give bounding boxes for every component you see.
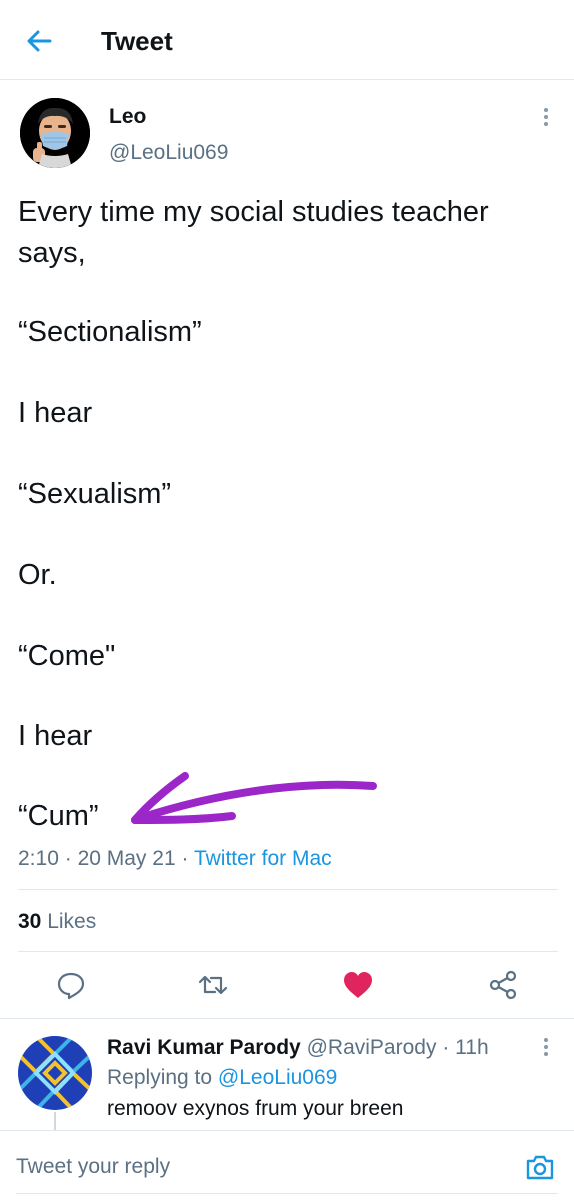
reply-author-name[interactable]: Ravi Kumar Parody xyxy=(107,1036,301,1059)
reply-time: 11h xyxy=(455,1036,489,1059)
tweet-text-line: Every time my social studies teacher xyxy=(18,196,489,228)
tweet-text-line: says, xyxy=(18,237,86,269)
reply-avatar[interactable] xyxy=(18,1036,92,1110)
tweet-text-line: Or. xyxy=(18,559,57,591)
reply-more-options-icon[interactable] xyxy=(538,1036,554,1060)
purple-arrow-drawing xyxy=(131,772,377,824)
tweet-text-line: I hear xyxy=(18,720,93,752)
tweet-text-line: “Sectionalism” xyxy=(18,316,202,348)
more-options-icon[interactable] xyxy=(538,106,554,130)
author-handle: @LeoLiu069 xyxy=(109,141,229,164)
replying-to: Replying to @LeoLiu069 xyxy=(107,1065,337,1091)
page-title: Tweet xyxy=(101,26,173,56)
composer-underline xyxy=(16,1193,558,1194)
tweet-text-line: I hear xyxy=(18,397,93,429)
tweet-time: 2:10 xyxy=(18,847,59,870)
top-bar: Tweet xyxy=(0,0,574,80)
memoji-avatar-icon xyxy=(20,98,90,168)
likes-label: Likes xyxy=(47,910,97,933)
arrow-left-icon[interactable] xyxy=(22,24,56,58)
reply-author-handle: @RaviParody xyxy=(306,1036,437,1059)
divider xyxy=(18,889,558,890)
author-avatar[interactable] xyxy=(20,98,90,168)
likes-count[interactable]: 30 Likes xyxy=(18,909,96,935)
reply-text: remoov exynos frum your breen xyxy=(107,1097,404,1120)
tweet-text-line: “Cum” xyxy=(18,800,99,832)
replying-to-label: Replying to xyxy=(107,1066,213,1089)
section-separator xyxy=(0,1018,574,1019)
separator-dot: · xyxy=(181,847,189,870)
reply-composer xyxy=(0,1130,574,1200)
reply-input[interactable] xyxy=(16,1151,496,1183)
tweet-timestamp: 2:10 · 20 May 21 · Twitter for Mac xyxy=(18,846,332,872)
share-icon[interactable] xyxy=(486,968,520,1002)
retweet-icon[interactable] xyxy=(196,968,230,1002)
tweet-date: 20 May 21 xyxy=(77,847,176,870)
tweet-text-line: “Come" xyxy=(18,640,116,672)
comment-icon[interactable] xyxy=(54,968,88,1002)
reply-header: Ravi Kumar Parody @RaviParody · 11h xyxy=(107,1035,489,1061)
tweet-source-link[interactable]: Twitter for Mac xyxy=(194,847,332,870)
divider xyxy=(18,951,558,952)
likes-number: 30 xyxy=(18,910,42,933)
camera-icon[interactable] xyxy=(524,1151,556,1183)
thread-connector xyxy=(54,1112,56,1130)
heart-filled-icon[interactable] xyxy=(341,968,375,1002)
pattern-avatar-icon xyxy=(18,1036,92,1110)
separator-dot: · xyxy=(64,847,72,870)
replying-to-mention[interactable]: @LeoLiu069 xyxy=(218,1066,337,1089)
separator-dot: · xyxy=(442,1036,450,1059)
author-name[interactable]: Leo xyxy=(109,104,146,130)
tweet-text-line: “Sexualism” xyxy=(18,478,172,510)
